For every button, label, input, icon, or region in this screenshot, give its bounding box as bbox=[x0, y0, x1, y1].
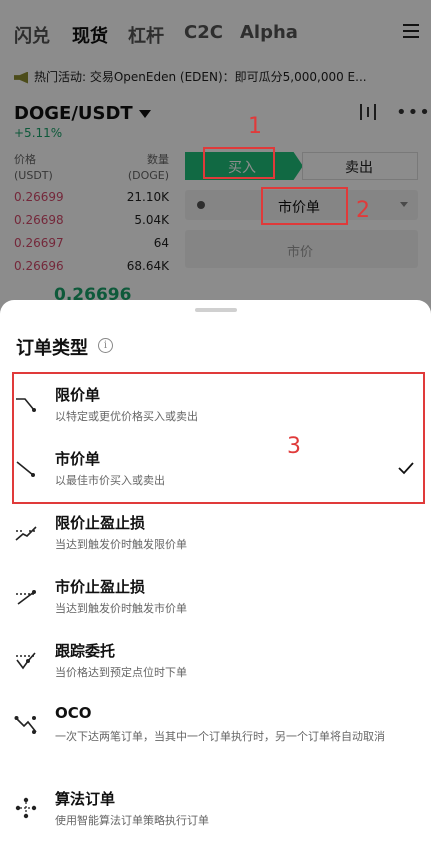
option-market-tp-sl[interactable]: 市价止盈止损 当达到触发价时触发市价单 bbox=[0, 576, 431, 634]
annotation-box-3 bbox=[12, 372, 425, 504]
order-type-sheet: 订单类型 i 限价单 以特定或更优价格买入或卖出 市价单 以最佳市价买入或卖出 … bbox=[0, 300, 431, 843]
limit-tp-sl-icon bbox=[15, 526, 37, 541]
drag-handle[interactable] bbox=[195, 308, 237, 312]
trailing-order-icon bbox=[16, 652, 36, 670]
option-algo-order[interactable]: 算法订单 使用智能算法订单策略执行订单 bbox=[0, 788, 431, 843]
market-tp-sl-icon bbox=[16, 590, 36, 605]
oco-icon bbox=[14, 716, 37, 734]
option-limit-tp-sl[interactable]: 限价止盈止损 当达到触发价时触发限价单 bbox=[0, 512, 431, 570]
algo-order-icon bbox=[15, 797, 37, 819]
annotation-number-2: 2 bbox=[356, 198, 370, 223]
sheet-title: 订单类型 bbox=[16, 338, 88, 359]
annotation-number-3: 3 bbox=[287, 434, 301, 459]
annotation-number-1: 1 bbox=[248, 114, 262, 139]
info-icon[interactable]: i bbox=[98, 338, 113, 353]
option-oco[interactable]: OCO 一次下达两笔订单，当其中一个订单执行时，另一个订单将自动取消 bbox=[0, 704, 431, 774]
annotation-box-2 bbox=[261, 187, 348, 225]
option-trailing-order[interactable]: 跟踪委托 当价格达到预定点位时下单 bbox=[0, 640, 431, 698]
annotation-box-1 bbox=[203, 147, 275, 179]
